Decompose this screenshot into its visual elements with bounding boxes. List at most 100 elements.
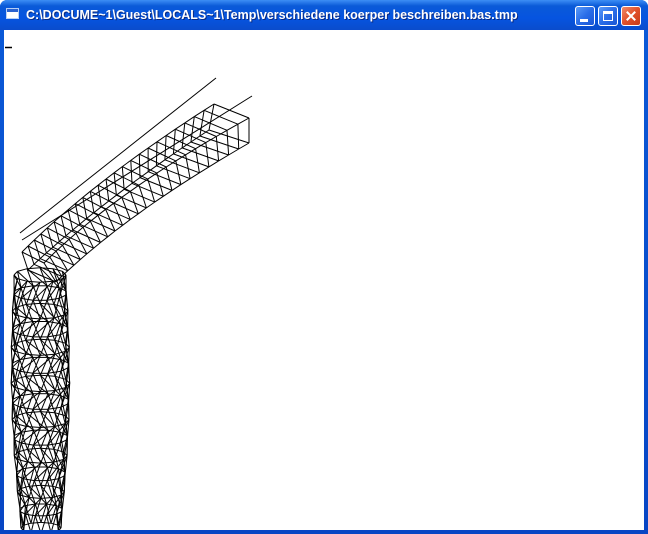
wire-segment <box>25 393 34 413</box>
wire-segment <box>27 263 35 271</box>
wire-segment <box>30 521 42 524</box>
wire-segment <box>15 339 26 344</box>
drawing-canvas[interactable] <box>4 30 644 530</box>
wire-segment <box>105 202 114 210</box>
title-bar[interactable]: C:\DOCUME~1\Guest\LOCALS~1\Temp\verschie… <box>0 0 648 30</box>
cylinder-wireframe <box>10 267 71 530</box>
minimize-icon <box>580 19 588 22</box>
wire-segment <box>147 172 158 180</box>
wire-segment <box>13 271 18 276</box>
wire-segment <box>21 442 34 446</box>
wire-segment <box>10 347 13 364</box>
wire-segment <box>121 190 131 198</box>
wire-segment <box>25 390 41 393</box>
wire-segment <box>25 338 41 341</box>
wire-segment <box>122 159 132 168</box>
wire-segment <box>237 117 250 125</box>
wire-segment <box>89 221 101 243</box>
minimize-button[interactable] <box>575 6 595 26</box>
wire-segment <box>156 135 167 143</box>
wire-segment <box>21 245 29 253</box>
wire-segment <box>67 264 75 272</box>
wire-segment <box>40 444 49 464</box>
wire-segment <box>14 387 26 391</box>
wire-segment <box>86 212 95 219</box>
wire-segment <box>184 116 195 124</box>
wire-segment <box>39 267 54 270</box>
wire-segment <box>46 221 55 229</box>
wire-segment <box>75 233 88 255</box>
wire-segment <box>20 297 34 301</box>
wire-segment <box>40 302 55 305</box>
wire-segment <box>25 353 41 356</box>
wire-segment <box>33 233 42 241</box>
wire-segment <box>147 141 158 149</box>
wire-segment <box>17 268 28 272</box>
wire-segment <box>237 124 240 150</box>
wire-segment <box>47 393 56 413</box>
wire-segment <box>82 190 91 198</box>
wire-segment <box>67 209 91 222</box>
wire-segment <box>40 390 56 393</box>
wire-segment <box>82 227 95 249</box>
wire-segment <box>26 302 41 305</box>
wire-segment <box>122 166 149 180</box>
wire-segment <box>146 201 155 209</box>
wire-segment <box>19 406 34 410</box>
wire-segment <box>122 219 131 226</box>
wireframe-canvas <box>5 46 253 530</box>
app-window-icon[interactable] <box>6 8 19 19</box>
wire-segment <box>213 103 250 119</box>
wire-segment <box>208 103 215 131</box>
wire-segment <box>218 154 229 162</box>
wire-segment <box>40 317 55 320</box>
wire-segment <box>15 303 27 308</box>
wire-segment <box>14 375 26 380</box>
wire-segment <box>86 247 94 255</box>
wire-segment <box>100 200 110 208</box>
wire-segment <box>40 353 55 356</box>
wire-segment <box>23 478 35 482</box>
wire-segment <box>199 110 205 137</box>
wire-segment <box>40 227 48 235</box>
wire-segment <box>89 184 99 192</box>
wire-segment <box>155 141 158 166</box>
wire-segment <box>40 521 52 524</box>
wire-segment <box>29 484 41 487</box>
wire-segment <box>40 338 55 341</box>
wire-segment <box>139 147 149 155</box>
wire-segment <box>203 109 239 125</box>
wire-segment <box>194 109 205 118</box>
wire-segment <box>228 148 239 156</box>
wire-segment <box>75 203 99 216</box>
wire-segment <box>40 484 53 487</box>
wire-segment <box>68 363 71 384</box>
wire-segment <box>130 159 158 174</box>
wire-segment <box>139 153 167 168</box>
wire-segment <box>40 411 55 414</box>
wire-segment <box>205 142 210 167</box>
maximize-icon <box>603 11 613 21</box>
wire-segment <box>113 196 123 204</box>
wire-segment <box>93 206 102 213</box>
wire-segment <box>79 253 88 260</box>
wire-segment <box>29 497 41 499</box>
wire-segment <box>139 171 149 179</box>
wire-segment <box>138 207 147 215</box>
wire-segment <box>107 230 116 238</box>
wire-segment <box>68 399 70 420</box>
wire-segment <box>105 172 115 180</box>
wire-segment <box>15 350 26 355</box>
wire-segment <box>116 188 125 196</box>
close-button[interactable] <box>621 6 641 26</box>
wire-segment <box>208 160 219 168</box>
wire-segment <box>21 95 253 241</box>
wire-segment <box>100 236 109 243</box>
maximize-button[interactable] <box>598 6 618 26</box>
wire-segment <box>25 374 41 377</box>
wire-segment <box>63 471 66 492</box>
wire-segment <box>52 468 59 487</box>
wire-segment <box>46 297 60 301</box>
wire-segment <box>113 166 123 174</box>
wire-segment <box>154 195 164 203</box>
